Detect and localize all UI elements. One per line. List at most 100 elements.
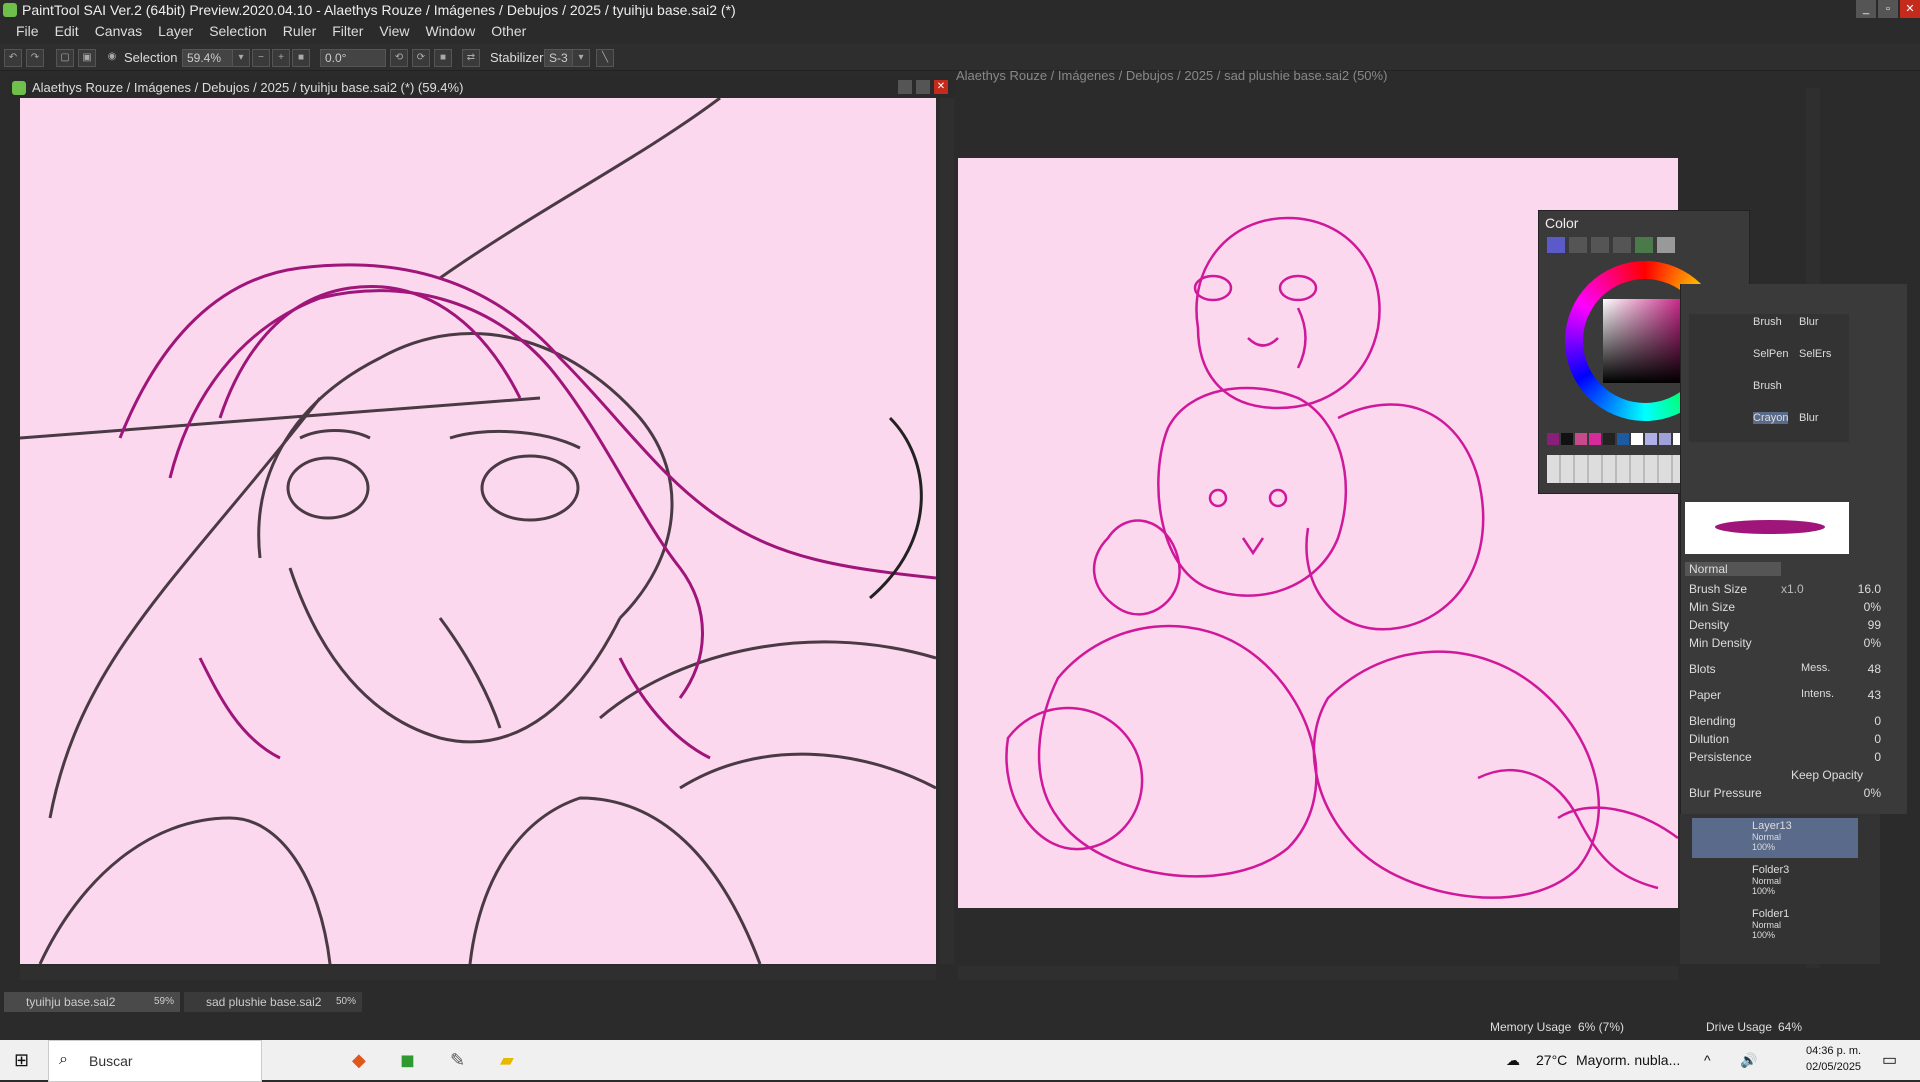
- rgb-slider-icon[interactable]: [1569, 237, 1587, 253]
- menu-layer[interactable]: Layer: [158, 23, 193, 39]
- doc1-maximize-button[interactable]: [916, 80, 930, 94]
- rotate-right-icon[interactable]: ⟳: [412, 49, 430, 67]
- brush-size-multiplier[interactable]: x1.0: [1781, 582, 1804, 596]
- dilution-value[interactable]: 0: [1821, 732, 1881, 746]
- layer-row-layer13[interactable]: Layer13 Normal 100%: [1692, 818, 1858, 858]
- tool-crayon[interactable]: Crayon: [1753, 412, 1789, 424]
- memory-usage-value: 6% (7%): [1578, 1020, 1625, 1034]
- maximize-button[interactable]: ▫: [1878, 0, 1898, 18]
- color-swatch[interactable]: [1659, 433, 1671, 445]
- min-size-value[interactable]: 0%: [1821, 600, 1881, 614]
- zoom-in-icon[interactable]: +: [272, 49, 290, 67]
- tool-brush-1[interactable]: Brush: [1753, 316, 1782, 328]
- blur-pressure-value[interactable]: 0%: [1821, 786, 1881, 800]
- canvas-tyuihju[interactable]: [20, 98, 936, 964]
- doc2-horizontal-scrollbar[interactable]: [958, 966, 1678, 980]
- color-swatch[interactable]: [1547, 433, 1559, 445]
- zoom-out-icon[interactable]: −: [252, 49, 270, 67]
- color-swatch[interactable]: [1589, 433, 1601, 445]
- persistence-label: Persistence: [1689, 750, 1752, 764]
- doc1-close-button[interactable]: ✕: [934, 80, 948, 94]
- stabilizer-dropdown-icon[interactable]: ▾: [572, 49, 590, 67]
- doc-tab-tyuihju[interactable]: tyuihju base.sai2 59%: [4, 992, 180, 1012]
- notification-icon[interactable]: ▭: [1882, 1050, 1897, 1070]
- rotation-field[interactable]: 0.0°: [320, 49, 386, 67]
- persistence-value[interactable]: 0: [1821, 750, 1881, 764]
- paint-app-icon[interactable]: ✎: [450, 1050, 465, 1071]
- doc1-horizontal-scrollbar[interactable]: [20, 966, 936, 980]
- swatch-grid-icon[interactable]: [1635, 237, 1653, 253]
- color-swatch[interactable]: [1603, 433, 1615, 445]
- eye-icon[interactable]: ◉: [104, 49, 120, 65]
- zoom-field[interactable]: 59.4%: [182, 49, 238, 67]
- keep-opacity-checkbox[interactable]: Keep Opacity: [1791, 768, 1863, 782]
- tool-selpen[interactable]: SelPen: [1753, 348, 1788, 360]
- menu-selection[interactable]: Selection: [209, 23, 267, 39]
- color-swatch[interactable]: [1561, 433, 1573, 445]
- zoom-dropdown-icon[interactable]: ▾: [232, 49, 250, 67]
- flip-icon[interactable]: ⇄: [462, 49, 480, 67]
- search-box[interactable]: ⌕ Buscar: [48, 1040, 262, 1082]
- brave-browser-icon[interactable]: ◆: [352, 1050, 366, 1071]
- zoom-reset-icon[interactable]: ■: [292, 49, 310, 67]
- color-swatch[interactable]: [1575, 433, 1587, 445]
- invert-selection-icon[interactable]: ▣: [78, 49, 96, 67]
- tool-brush-2[interactable]: Brush: [1753, 380, 1782, 392]
- menu-view[interactable]: View: [379, 23, 409, 39]
- hsv-slider-icon[interactable]: [1591, 237, 1609, 253]
- deselect-icon[interactable]: ▢: [56, 49, 74, 67]
- minimize-button[interactable]: _: [1856, 0, 1876, 18]
- sound-icon[interactable]: 🔊: [1740, 1052, 1757, 1069]
- menu-filter[interactable]: Filter: [332, 23, 363, 39]
- rotate-left-icon[interactable]: ⟲: [390, 49, 408, 67]
- undo-icon[interactable]: ↶: [4, 49, 22, 67]
- color-swatch[interactable]: [1631, 433, 1643, 445]
- windows-start-icon[interactable]: ⊞: [14, 1050, 29, 1071]
- blots-select[interactable]: Blots: [1689, 662, 1716, 676]
- brush-stroke-preview: [1685, 502, 1849, 554]
- paper-value[interactable]: 43: [1821, 688, 1881, 702]
- min-density-value[interactable]: 0%: [1821, 636, 1881, 650]
- menu-ruler[interactable]: Ruler: [283, 23, 316, 39]
- menu-canvas[interactable]: Canvas: [95, 23, 142, 39]
- tool-blur-1[interactable]: Blur: [1799, 316, 1819, 328]
- weather-temp[interactable]: 27°C: [1536, 1052, 1567, 1068]
- blots-value[interactable]: 48: [1821, 662, 1881, 676]
- color-swatch[interactable]: [1645, 433, 1657, 445]
- weather-text[interactable]: Mayorm. nubla...: [1576, 1052, 1680, 1068]
- blend-mode-select[interactable]: Normal: [1685, 562, 1781, 576]
- layer-row-folder3[interactable]: Folder3 Normal 100%: [1692, 862, 1858, 902]
- swatch-list-icon[interactable]: [1613, 237, 1631, 253]
- tray-chevron-icon[interactable]: ^: [1704, 1052, 1711, 1068]
- doc-tab-sad-plushie[interactable]: sad plushie base.sai2 50%: [184, 992, 362, 1012]
- clock-time[interactable]: 04:36 p. m.: [1806, 1045, 1861, 1057]
- doc1-minimize-button[interactable]: [898, 80, 912, 94]
- blending-value[interactable]: 0: [1821, 714, 1881, 728]
- color-swatch[interactable]: [1617, 433, 1629, 445]
- brush-size-value[interactable]: 16.0: [1821, 582, 1881, 596]
- tool-blur-2[interactable]: Blur: [1799, 412, 1819, 424]
- rotate-reset-icon[interactable]: ■: [434, 49, 452, 67]
- menu-edit[interactable]: Edit: [55, 23, 79, 39]
- painttool-sai-icon[interactable]: ◼: [400, 1050, 415, 1071]
- doc1-vertical-scrollbar[interactable]: [940, 98, 954, 964]
- color-wheel-mode-icon[interactable]: [1547, 237, 1565, 253]
- menu-other[interactable]: Other: [491, 23, 526, 39]
- tool-panel: Brush Blur SelPen SelErs Brush Crayon Bl…: [1680, 284, 1907, 814]
- layer-row-folder1[interactable]: Folder1 Normal 100%: [1692, 906, 1858, 946]
- clock-date[interactable]: 02/05/2025: [1806, 1061, 1861, 1073]
- close-button[interactable]: ✕: [1900, 0, 1920, 18]
- ruler-icon[interactable]: ╲: [596, 49, 614, 67]
- paper-select[interactable]: Paper: [1689, 688, 1721, 702]
- saturation-value-square[interactable]: [1603, 299, 1687, 383]
- redo-icon[interactable]: ↷: [26, 49, 44, 67]
- file-explorer-icon[interactable]: ▰: [500, 1050, 514, 1071]
- tool-selers[interactable]: SelErs: [1799, 348, 1831, 360]
- scratchpad-icon[interactable]: [1657, 237, 1675, 253]
- selection-label[interactable]: Selection: [124, 50, 177, 65]
- menu-window[interactable]: Window: [425, 23, 475, 39]
- doc-tab-zoom: 50%: [335, 996, 356, 1007]
- density-value[interactable]: 99: [1821, 618, 1881, 632]
- menu-file[interactable]: File: [16, 23, 39, 39]
- weather-icon[interactable]: ☁: [1506, 1052, 1520, 1069]
